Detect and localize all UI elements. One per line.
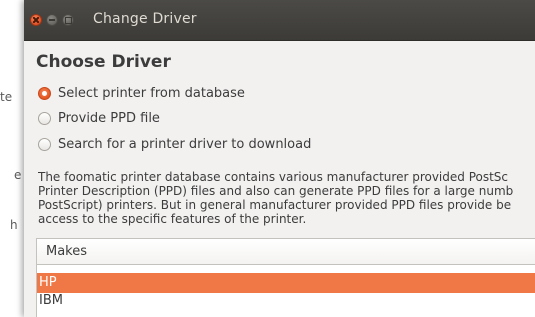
background-text-fragment: e: [14, 168, 22, 182]
window-title: Change Driver: [93, 11, 197, 27]
page-title: Choose Driver: [36, 52, 171, 72]
background-text-fragment: te: [0, 90, 13, 104]
makes-list[interactable]: HP IBM: [36, 265, 535, 317]
option-provide-ppd-file[interactable]: Provide PPD file: [38, 109, 160, 127]
description-line: Printer Description (PPD) files and also…: [38, 184, 514, 198]
radio-unchecked-icon[interactable]: [38, 111, 51, 125]
option-label: Search for a printer driver to download: [58, 136, 312, 152]
title-bar[interactable]: Change Driver: [24, 0, 535, 41]
makes-column-header[interactable]: Makes: [36, 238, 535, 265]
option-search-driver-download[interactable]: Search for a printer driver to download: [38, 135, 311, 153]
description-line: PostScript) printers. But in general man…: [38, 198, 512, 212]
option-label: Select printer from database: [58, 85, 245, 101]
driver-description: The foomatic printer database contains v…: [38, 170, 535, 226]
radio-unchecked-icon[interactable]: [38, 137, 51, 151]
list-item-ibm[interactable]: IBM: [37, 291, 535, 311]
maximize-icon[interactable]: [62, 14, 74, 26]
radio-checked-icon[interactable]: [38, 86, 51, 100]
background-text-fragment: h: [10, 218, 18, 232]
option-select-from-database[interactable]: Select printer from database: [38, 84, 245, 102]
change-driver-dialog: Change Driver Choose Driver Select print…: [24, 0, 535, 317]
list-item-hp[interactable]: HP: [37, 273, 535, 293]
description-line: The foomatic printer database contains v…: [38, 170, 509, 184]
option-label: Provide PPD file: [58, 110, 160, 126]
description-line: access to the specific features of the p…: [38, 212, 307, 226]
list-item-partial[interactable]: [37, 311, 535, 317]
close-icon[interactable]: [30, 14, 42, 26]
screen: te e h Change Driver Choose Driver Selec…: [0, 0, 535, 317]
minimize-icon[interactable]: [46, 14, 58, 26]
